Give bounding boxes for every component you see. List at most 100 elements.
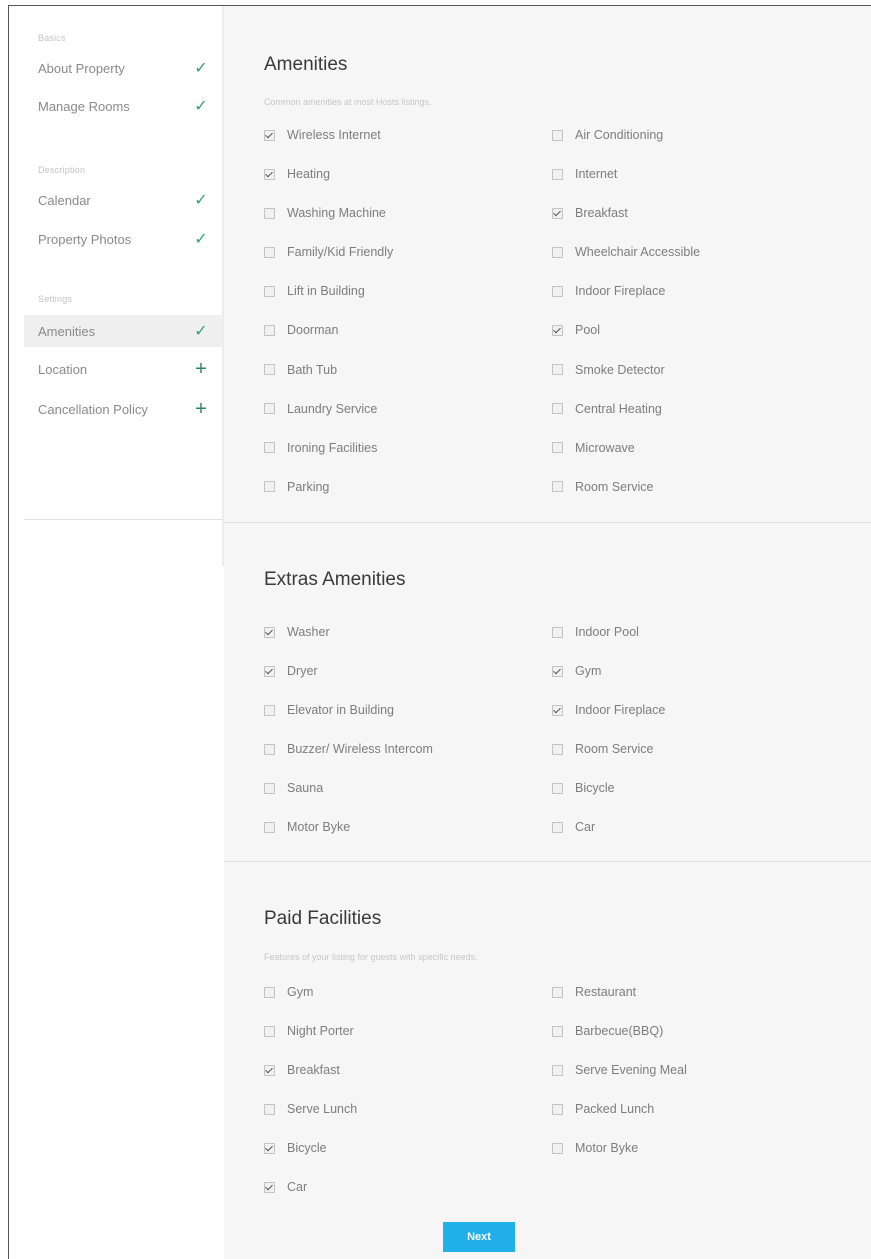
checkbox-checked[interactable] (552, 665, 563, 677)
checkbox-unchecked[interactable] (552, 782, 563, 794)
checkbox-unchecked[interactable] (552, 285, 563, 297)
checkbox-unchecked[interactable] (552, 129, 563, 141)
checkbox-checked[interactable] (552, 324, 563, 336)
sidebar-item-location[interactable]: Location + (24, 353, 222, 385)
checkbox-unchecked[interactable] (264, 403, 275, 415)
checkbox-option[interactable]: Wireless Internet (264, 125, 552, 145)
checkbox-option[interactable]: Heating (264, 164, 552, 184)
sidebar-item-property-photos[interactable]: Property Photos ✓ (24, 223, 222, 255)
checkbox-option[interactable]: Night Porter (264, 1021, 552, 1041)
checkbox-checked[interactable] (552, 207, 563, 219)
checkbox-option[interactable]: Breakfast (552, 203, 840, 223)
checkbox-option[interactable]: Indoor Fireplace (552, 700, 840, 720)
checkbox-unchecked[interactable] (264, 743, 275, 755)
checkbox-unchecked[interactable] (552, 626, 563, 638)
checkbox-option[interactable]: Sauna (264, 778, 552, 798)
checkbox-unchecked[interactable] (552, 168, 563, 180)
checkbox-label: Breakfast (287, 1063, 340, 1078)
checkbox-option[interactable]: Car (552, 817, 840, 837)
checkbox-option[interactable]: Motor Byke (264, 817, 552, 837)
checkbox-option[interactable]: Motor Byke (552, 1138, 840, 1158)
checkbox-label: Barbecue(BBQ) (575, 1024, 664, 1039)
checkbox-unchecked[interactable] (264, 364, 275, 376)
checkbox-option[interactable]: Washer (264, 622, 552, 642)
checkbox-unchecked[interactable] (552, 403, 563, 415)
checkbox-unchecked[interactable] (552, 986, 563, 998)
checkbox-option[interactable]: Dryer (264, 661, 552, 681)
checkbox-option[interactable]: Car (264, 1177, 552, 1197)
checkbox-option[interactable]: Room Service (552, 739, 840, 759)
checkbox-option[interactable]: Family/Kid Friendly (264, 242, 552, 262)
checkbox-option[interactable]: Buzzer/ Wireless Intercom (264, 739, 552, 759)
checkbox-checked[interactable] (264, 626, 275, 638)
checkbox-option[interactable]: Indoor Fireplace (552, 281, 840, 301)
checkbox-option[interactable]: Lift in Building (264, 281, 552, 301)
sidebar-item-manage-rooms[interactable]: Manage Rooms ✓ (24, 90, 222, 122)
checkbox-option[interactable]: Doorman (264, 320, 552, 340)
checkbox-unchecked[interactable] (552, 821, 563, 833)
checkbox-unchecked[interactable] (552, 246, 563, 258)
checkbox-option[interactable]: Air Conditioning (552, 125, 840, 145)
checkbox-option[interactable]: Serve Lunch (264, 1099, 552, 1119)
checkbox-unchecked[interactable] (264, 986, 275, 998)
checkbox-unchecked[interactable] (264, 704, 275, 716)
checkbox-unchecked[interactable] (552, 442, 563, 454)
checkbox-label: Bicycle (287, 1141, 327, 1156)
checkbox-option[interactable]: Bath Tub (264, 360, 552, 380)
checkbox-unchecked[interactable] (552, 1142, 563, 1154)
checkbox-option[interactable]: Bicycle (552, 778, 840, 798)
checkbox-option[interactable]: Parking (264, 477, 552, 497)
checkbox-option[interactable]: Internet (552, 164, 840, 184)
checkbox-checked[interactable] (264, 665, 275, 677)
checkbox-checked[interactable] (264, 129, 275, 141)
checkbox-unchecked[interactable] (264, 246, 275, 258)
checkbox-unchecked[interactable] (264, 782, 275, 794)
sidebar-item-cancellation-policy[interactable]: Cancellation Policy + (24, 393, 222, 425)
checkbox-option[interactable]: Serve Evening Meal (552, 1060, 840, 1080)
checkbox-unchecked[interactable] (552, 481, 563, 493)
checkbox-unchecked[interactable] (264, 1025, 275, 1037)
checkbox-unchecked[interactable] (264, 1103, 275, 1115)
checkbox-option[interactable]: Breakfast (264, 1060, 552, 1080)
checkbox-checked[interactable] (264, 1181, 275, 1193)
checkbox-label: Wheelchair Accessible (575, 245, 701, 260)
sidebar-item-amenities[interactable]: Amenities ✓ (24, 315, 222, 347)
checkbox-checked[interactable] (264, 1064, 275, 1076)
next-button[interactable]: Next (443, 1222, 515, 1252)
checkbox-unchecked[interactable] (552, 364, 563, 376)
checkbox-option[interactable]: Laundry Service (264, 399, 552, 419)
checkbox-option[interactable]: Indoor Pool (552, 622, 840, 642)
checkbox-unchecked[interactable] (264, 207, 275, 219)
checkbox-option[interactable]: Restaurant (552, 982, 840, 1002)
sidebar-item-calendar[interactable]: Calendar ✓ (24, 184, 222, 216)
sidebar-item-about-property[interactable]: About Property ✓ (24, 52, 222, 84)
checkbox-option[interactable]: Pool (552, 320, 840, 340)
checkbox-unchecked[interactable] (264, 285, 275, 297)
checkbox-unchecked[interactable] (264, 481, 275, 493)
checkbox-option[interactable]: Room Service (552, 477, 840, 497)
checkbox-unchecked[interactable] (552, 1103, 563, 1115)
checkbox-label: Indoor Fireplace (575, 284, 666, 299)
checkbox-option[interactable]: Barbecue(BBQ) (552, 1021, 840, 1041)
checkbox-option[interactable]: Bicycle (264, 1138, 552, 1158)
checkbox-unchecked[interactable] (552, 1025, 563, 1037)
checkbox-option[interactable]: Smoke Detector (552, 360, 840, 380)
checkbox-unchecked[interactable] (264, 324, 275, 336)
checkbox-checked[interactable] (264, 168, 275, 180)
checkbox-option[interactable]: Packed Lunch (552, 1099, 840, 1119)
checkbox-unchecked[interactable] (552, 1064, 563, 1076)
checkbox-option[interactable]: Gym (264, 982, 552, 1002)
checkbox-option[interactable]: Ironing Facilities (264, 438, 552, 458)
checkbox-option[interactable]: Wheelchair Accessible (552, 242, 840, 262)
checkbox-unchecked[interactable] (552, 743, 563, 755)
checkbox-option[interactable]: Microwave (552, 438, 840, 458)
checkbox-unchecked[interactable] (264, 442, 275, 454)
checkbox-label: Serve Lunch (287, 1102, 358, 1117)
checkbox-checked[interactable] (552, 704, 563, 716)
checkbox-option[interactable]: Gym (552, 661, 840, 681)
checkbox-unchecked[interactable] (264, 821, 275, 833)
checkbox-option[interactable]: Elevator in Building (264, 700, 552, 720)
checkbox-option[interactable]: Central Heating (552, 399, 840, 419)
checkbox-checked[interactable] (264, 1142, 275, 1154)
checkbox-option[interactable]: Washing Machine (264, 203, 552, 223)
